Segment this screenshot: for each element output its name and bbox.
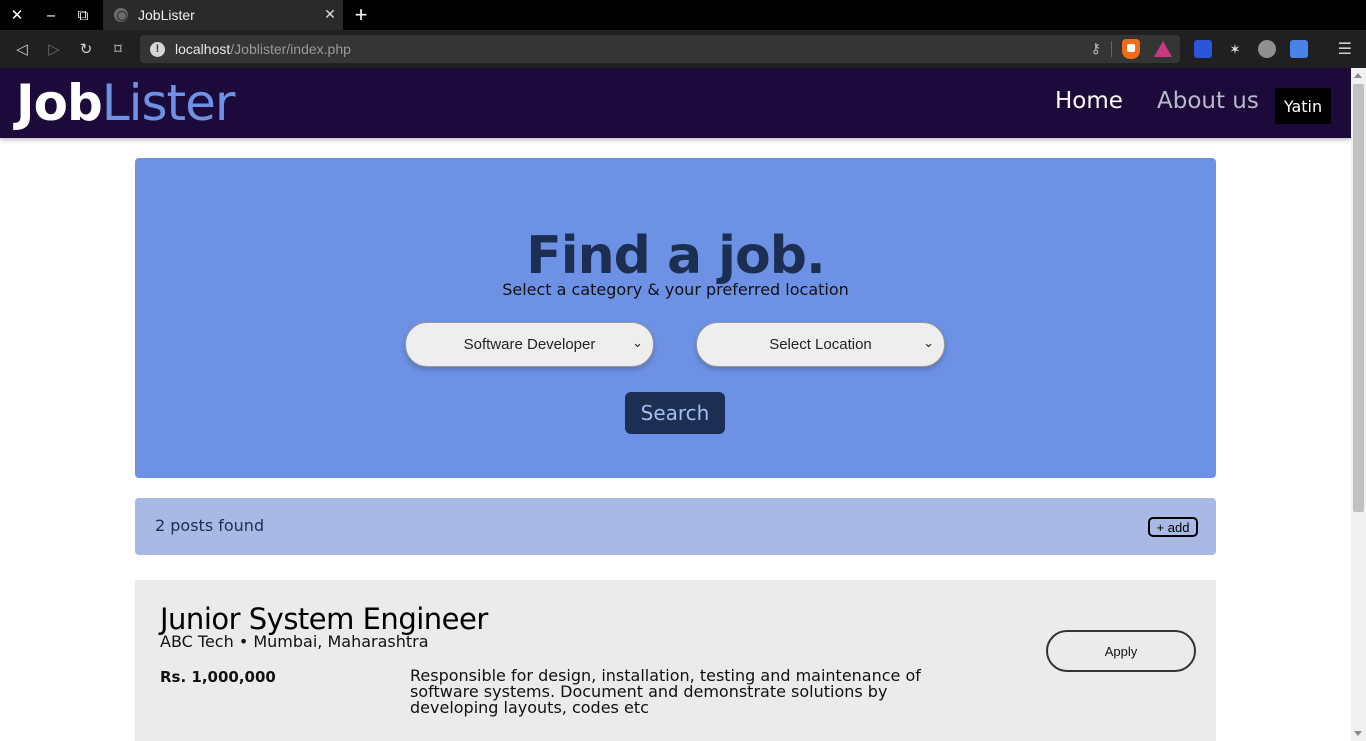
category-select[interactable]: Software Developer ⌄ xyxy=(405,322,654,367)
tab-close-icon[interactable]: ✕ xyxy=(317,7,343,23)
results-count: 2 posts found xyxy=(155,516,265,535)
browser-tab[interactable]: JobLister ✕ xyxy=(103,0,343,30)
tab-title: JobLister xyxy=(138,7,195,23)
bullet-separator: • xyxy=(238,632,249,651)
site-logo[interactable]: JobLister xyxy=(16,74,235,132)
job-description: Responsible for design, installation, te… xyxy=(410,666,921,717)
job-title[interactable]: Junior System Engineer xyxy=(160,602,488,636)
scroll-up-arrow-icon[interactable] xyxy=(1354,73,1362,78)
add-post-button[interactable]: + add xyxy=(1148,517,1198,537)
nav-home-link[interactable]: Home xyxy=(1055,88,1123,114)
user-button[interactable]: Yatin xyxy=(1275,88,1331,124)
scroll-thumb[interactable] xyxy=(1353,84,1364,512)
hamburger-menu-icon[interactable]: ☰ xyxy=(1338,39,1352,58)
brave-rewards-icon[interactable] xyxy=(1154,41,1172,57)
minimize-icon[interactable]: ‒ xyxy=(34,0,68,30)
chevron-down-icon: ⌄ xyxy=(923,336,934,351)
key-icon[interactable]: ⚷ xyxy=(1091,41,1101,57)
page-viewport: JobLister Home About us Yatin Find a job… xyxy=(0,68,1351,741)
restore-icon[interactable]: ⧉ xyxy=(66,0,100,30)
location-select[interactable]: Select Location ⌄ xyxy=(696,322,945,367)
apply-button[interactable]: Apply xyxy=(1046,630,1196,672)
results-bar: 2 posts found + add xyxy=(135,498,1216,555)
forward-icon[interactable]: ▷ xyxy=(40,30,68,68)
browser-tab-bar: ✕ ‒ ⧉ JobLister ✕ + xyxy=(0,0,1366,30)
location-select-value: Select Location xyxy=(769,336,872,353)
extension-icon[interactable]: ✶ xyxy=(1226,40,1244,58)
bookmark-icon[interactable]: ⌑ xyxy=(104,30,132,68)
search-button[interactable]: Search xyxy=(625,392,725,434)
new-tab-button[interactable]: + xyxy=(348,0,374,30)
address-bar[interactable]: ! localhost/Joblister/index.php ⚷ xyxy=(140,35,1180,63)
translate-icon[interactable] xyxy=(1290,40,1308,58)
scroll-down-arrow-icon[interactable] xyxy=(1354,731,1362,736)
divider xyxy=(1111,41,1112,57)
job-salary: Rs. 1,000,000 xyxy=(160,668,276,686)
job-card: Junior System Engineer ABC Tech • Mumbai… xyxy=(135,580,1216,741)
job-company-location: ABC Tech • Mumbai, Maharashtra xyxy=(160,632,429,651)
job-location: Mumbai, Maharashtra xyxy=(253,632,429,651)
category-select-value: Software Developer xyxy=(463,336,596,353)
site-header: JobLister Home About us Yatin xyxy=(0,68,1351,138)
reload-icon[interactable]: ↻ xyxy=(72,30,100,68)
browser-toolbar: ◁ ▷ ↻ ⌑ ! localhost/Joblister/index.php … xyxy=(0,30,1366,68)
back-icon[interactable]: ◁ xyxy=(8,30,36,68)
brave-shield-icon[interactable] xyxy=(1122,39,1140,59)
chevron-down-icon: ⌄ xyxy=(632,336,643,351)
extension-icon[interactable] xyxy=(1258,40,1276,58)
search-hero: Find a job. Select a category & your pre… xyxy=(135,158,1216,478)
globe-icon xyxy=(114,8,128,22)
info-icon[interactable]: ! xyxy=(150,41,165,57)
close-icon[interactable]: ✕ xyxy=(0,0,34,30)
extension-icon[interactable] xyxy=(1194,40,1212,58)
page-scrollbar[interactable] xyxy=(1351,68,1366,741)
nav-about-link[interactable]: About us xyxy=(1157,88,1259,114)
url-text[interactable]: localhost/Joblister/index.php xyxy=(175,41,1091,57)
job-company: ABC Tech xyxy=(160,632,234,651)
hero-title: Find a job. xyxy=(526,226,825,286)
hero-subtitle: Select a category & your preferred locat… xyxy=(502,280,849,299)
